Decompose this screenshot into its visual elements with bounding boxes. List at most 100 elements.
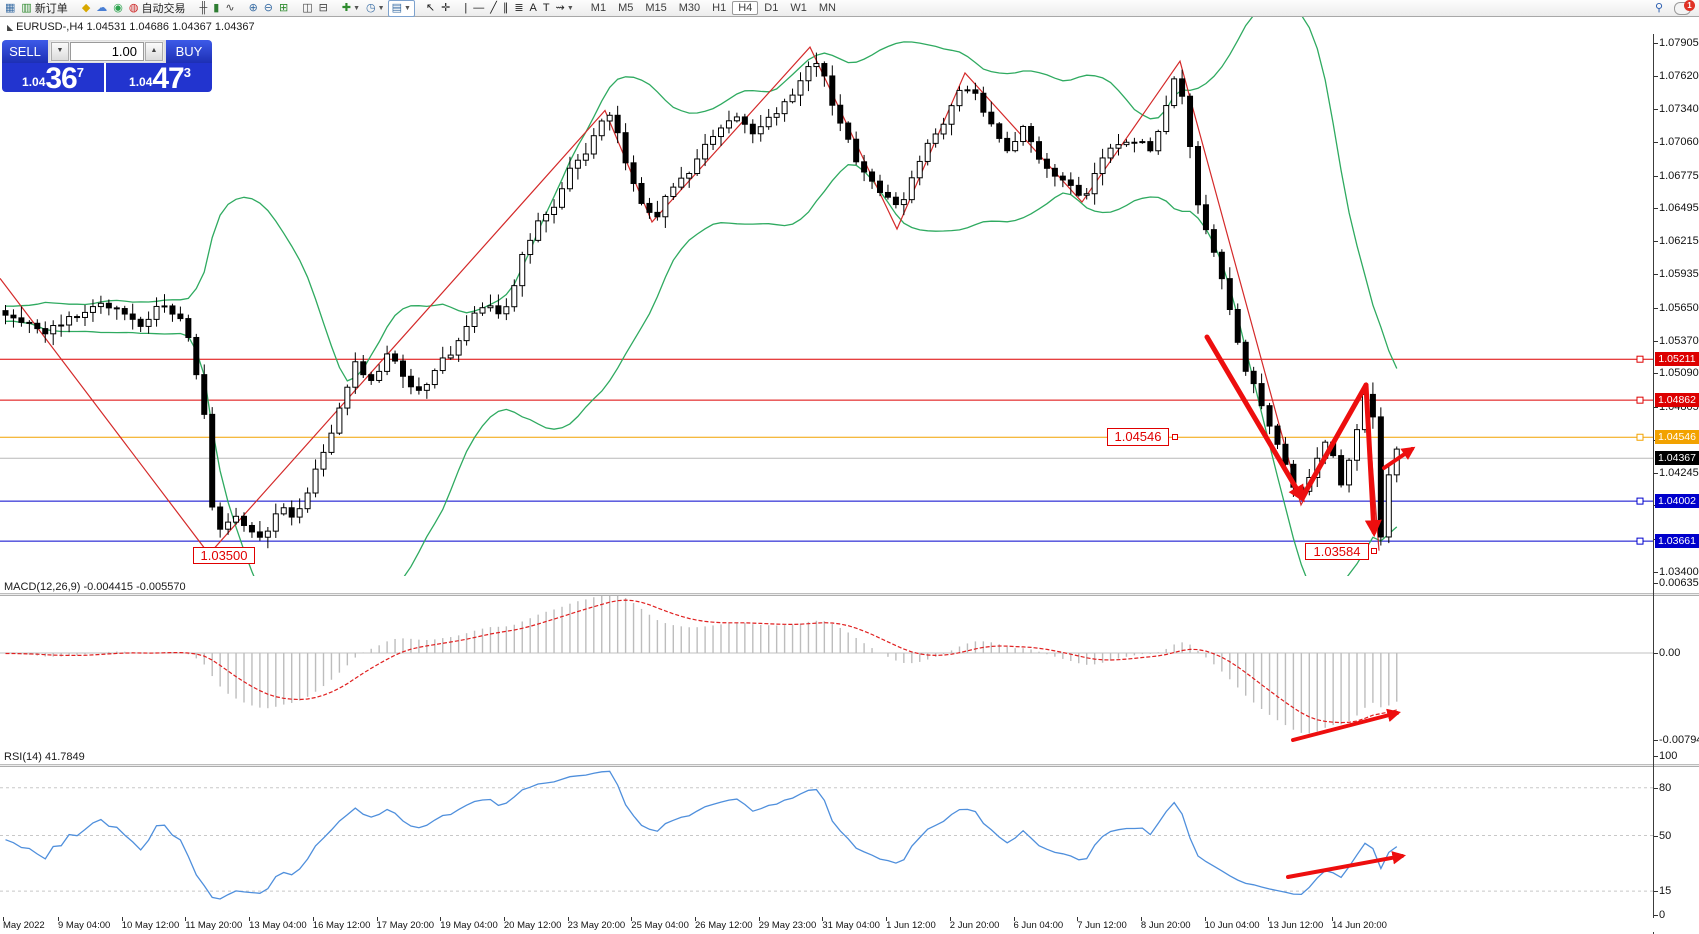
chart-area[interactable]: ◣EURUSD-,H4 1.04531 1.04686 1.04367 1.04…	[0, 17, 1699, 932]
zoom-in-icon[interactable]: ⊕	[246, 1, 261, 16]
drawn-arrow-6[interactable]	[1288, 856, 1402, 877]
timeframe-button-m30[interactable]: M30	[673, 1, 706, 15]
time-axis[interactable]: May 20229 May 04:0010 May 12:0011 May 20…	[0, 918, 1699, 932]
line-chart-icon[interactable]: ∿	[222, 1, 237, 16]
trendline-icon[interactable]: ╱	[487, 1, 500, 16]
zigzag-line	[0, 47, 1379, 554]
profile-icon[interactable]: ☁	[93, 1, 110, 16]
sell-button[interactable]: SELL	[2, 40, 48, 63]
candle-body	[416, 387, 421, 391]
styler-icon[interactable]: ◆	[79, 1, 93, 16]
arrows-icon[interactable]: ⇝▼	[553, 1, 577, 16]
hline-handle[interactable]	[1637, 356, 1643, 362]
buy-price[interactable]: 1.04473	[108, 63, 212, 92]
drawn-arrow-1[interactable]	[1207, 337, 1302, 498]
candle-body	[488, 306, 493, 308]
candle-body	[1370, 394, 1375, 416]
time-tick-label: 8 Jun 20:00	[1141, 920, 1191, 931]
cursor-icon[interactable]: ↖	[423, 1, 438, 16]
hline-handle[interactable]	[1637, 498, 1643, 504]
hline-handle[interactable]	[1637, 538, 1643, 544]
tile-windows-glyph: ⊞	[279, 1, 288, 16]
price-label-mid-handle[interactable]	[1172, 434, 1178, 440]
hline-handle[interactable]	[1637, 397, 1643, 403]
tile-windows-icon[interactable]: ⊞	[276, 1, 291, 16]
auto-trading-button[interactable]: ◍自动交易	[126, 1, 189, 16]
candle-body	[178, 314, 183, 319]
channel-icon[interactable]: ∥	[500, 1, 512, 16]
candle-body	[154, 306, 159, 319]
timeframe-button-m1[interactable]: M1	[585, 1, 612, 15]
candle-body	[774, 114, 779, 118]
candle-body	[520, 254, 525, 285]
buy-button[interactable]: BUY	[166, 40, 212, 63]
candle-body	[981, 93, 986, 112]
period-button[interactable]: ◷▼	[363, 1, 388, 16]
timeframe-button-mn[interactable]: MN	[813, 1, 842, 15]
add-indicator-button[interactable]: ✚▼	[339, 1, 363, 16]
zoom-out-icon[interactable]: ⊖	[261, 1, 276, 16]
lot-decrease-button[interactable]: ▼	[51, 42, 69, 61]
chat-icon[interactable]: 1	[1674, 2, 1691, 15]
timeframe-button-h4[interactable]: H4	[732, 1, 758, 15]
time-tick-label: 25 May 04:00	[631, 920, 689, 931]
charts-icon[interactable]: ▦	[2, 1, 18, 16]
candle-body	[1044, 159, 1049, 168]
candle-body	[122, 309, 127, 314]
text-glyph: A	[530, 1, 537, 16]
candle-body	[909, 178, 914, 200]
chart-canvas[interactable]	[0, 17, 1699, 932]
bar-chart-icon[interactable]: ╫	[197, 1, 211, 16]
timeframe-button-m15[interactable]: M15	[639, 1, 672, 15]
chevron-down-icon: ▼	[404, 5, 411, 12]
price-label-low-jun[interactable]: 1.03584	[1305, 543, 1369, 560]
time-tick-label: 7 Jun 12:00	[1077, 920, 1127, 931]
text-icon[interactable]: A	[527, 1, 540, 16]
timeframe-button-m5[interactable]: M5	[612, 1, 639, 15]
candle-body	[67, 317, 72, 325]
candlestick-icon[interactable]: ▮	[210, 1, 222, 16]
arrange-horizontal-icon[interactable]: ⊟	[316, 1, 331, 16]
price-tick-label: 1.04245	[1659, 467, 1699, 479]
styler-glyph: ◆	[82, 1, 90, 16]
candle-body	[1140, 142, 1145, 143]
signal-icon[interactable]: ◉	[110, 1, 126, 16]
template-button[interactable]: ▤▼	[388, 0, 415, 17]
cursor-glyph: ↖	[426, 1, 435, 16]
rsi-tick-label: 50	[1659, 830, 1671, 842]
zoom-out-glyph: ⊖	[264, 1, 273, 16]
new-order-button[interactable]: ▥新订单	[18, 1, 70, 16]
label-icon[interactable]: T	[540, 1, 553, 16]
lot-increase-button[interactable]: ▲	[145, 42, 163, 61]
price-label-mid[interactable]: 1.04546	[1107, 428, 1169, 446]
candle-body	[75, 317, 80, 318]
main-toolbar: ▦▥新订单 ◆☁◉◍自动交易 ╫▮∿ ⊕⊖ ⊞ ◫⊟ ✚▼◷▼▤▼ ↖ ✛ |—╱∥≣ AT⇝▼ M…	[0, 0, 1699, 17]
fibonacci-icon[interactable]: ≣	[511, 1, 526, 16]
crosshair-icon[interactable]: ✛	[438, 1, 453, 16]
candle-body	[552, 207, 557, 214]
candle-body	[655, 212, 660, 216]
candle-body	[806, 67, 811, 81]
price-label-low-jun-handle[interactable]	[1371, 548, 1377, 554]
candle-body	[893, 197, 898, 204]
arrange-vertical-icon[interactable]: ◫	[299, 1, 315, 16]
timeframe-button-h1[interactable]: H1	[706, 1, 732, 15]
hline-handle[interactable]	[1637, 434, 1643, 440]
candle-body	[218, 507, 223, 529]
price-label-low-may[interactable]: 1.03500	[193, 547, 255, 564]
sell-price[interactable]: 1.04367	[2, 63, 106, 92]
search-icon[interactable]: ⚲	[1652, 1, 1666, 16]
price-badge-1.04002: 1.04002	[1655, 494, 1699, 508]
timeframe-button-w1[interactable]: W1	[784, 1, 813, 15]
new-order-glyph: ▥	[21, 1, 31, 16]
rsi-tick-label: 15	[1659, 885, 1671, 897]
horizontal-line-icon[interactable]: —	[470, 1, 487, 16]
lot-size-input[interactable]: 1.00	[70, 42, 144, 61]
pane-divider-rsi[interactable]	[0, 764, 1699, 767]
vertical-line-icon[interactable]: |	[461, 1, 470, 16]
fibonacci-glyph: ≣	[514, 1, 523, 16]
chevron-down-icon: ▼	[353, 5, 360, 12]
timeframe-button-d1[interactable]: D1	[758, 1, 784, 15]
pane-divider-macd[interactable]	[0, 593, 1699, 596]
crosshair-glyph: ✛	[441, 1, 450, 16]
